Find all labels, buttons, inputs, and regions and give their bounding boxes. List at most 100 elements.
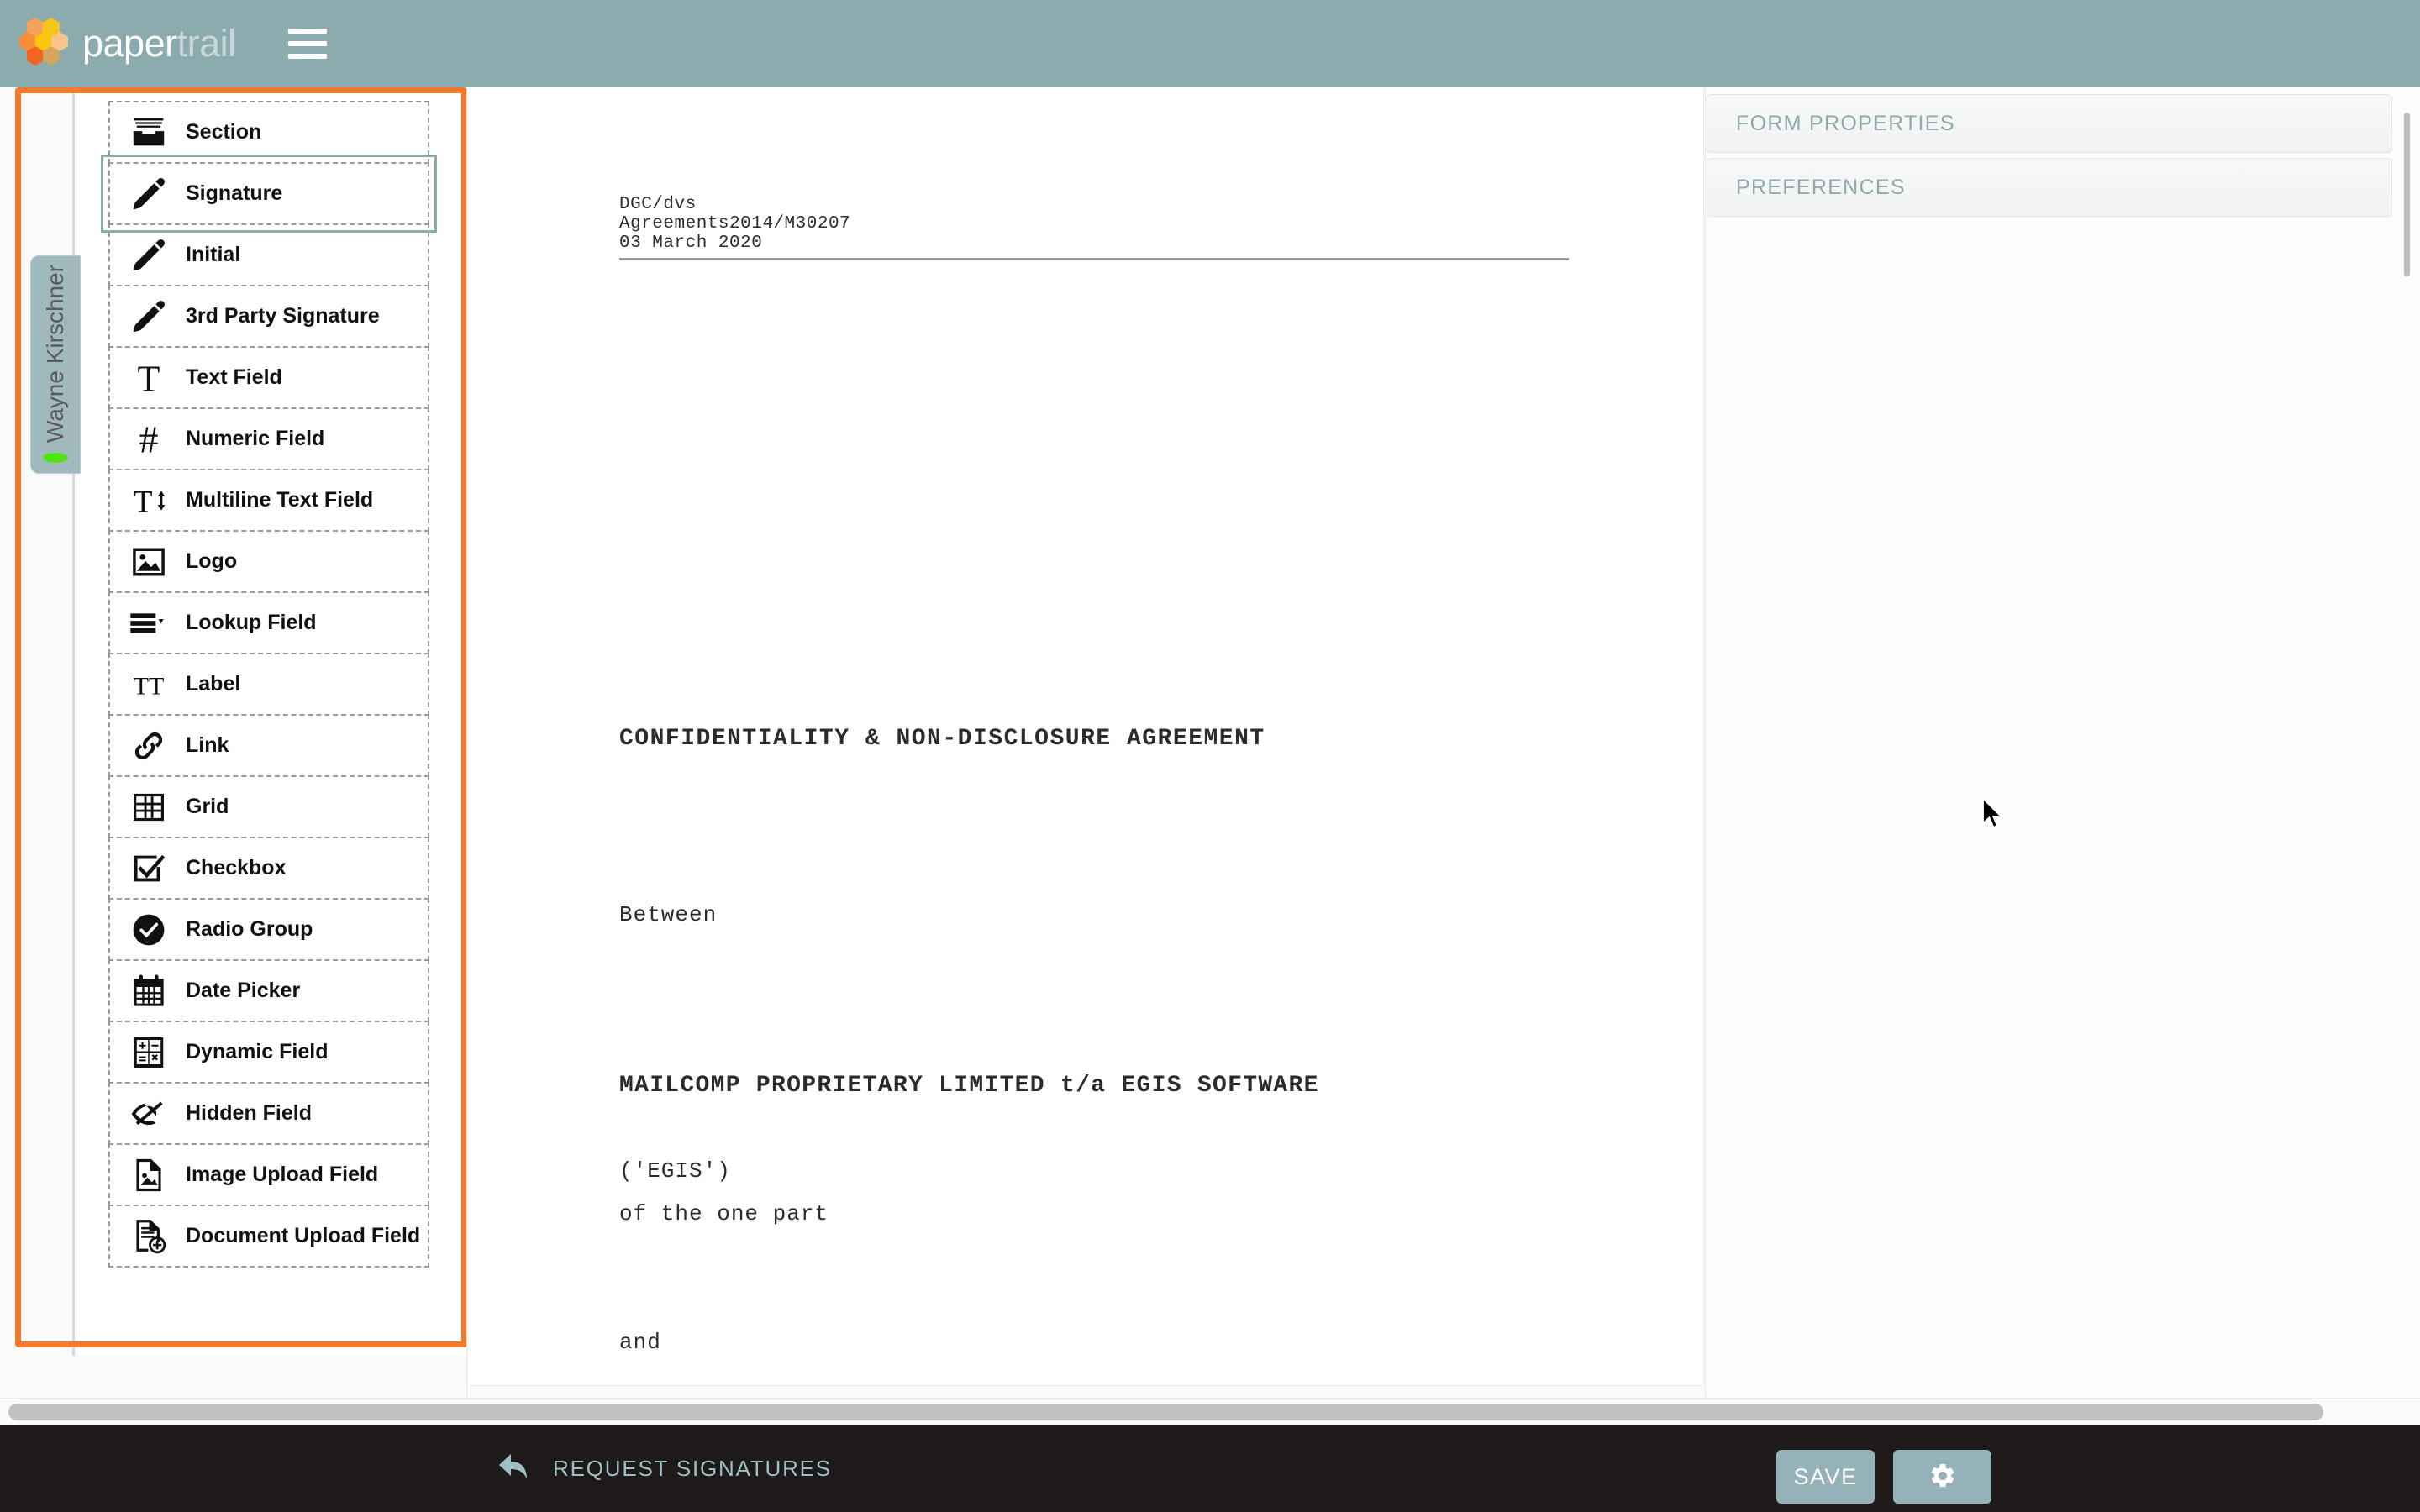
document-plus-icon (127, 1215, 171, 1258)
tool-item-label: Date Picker (186, 979, 301, 1002)
workspace: Section Signature Initial 3rd Party Signatu… (0, 87, 2420, 1425)
save-button[interactable]: SAVE (1776, 1450, 1875, 1504)
tool-item-label: Text Field (186, 365, 282, 389)
tool-item-lookup-field[interactable]: Lookup Field (108, 591, 429, 654)
signer-tab-label: Wayne Kirschner (42, 265, 68, 444)
document-title: CONFIDENTIALITY & NON-DISCLOSURE AGREEME… (619, 726, 1265, 752)
document-page[interactable]: DGC/dvs Agreements2014/M30207 03 March 2… (468, 87, 1703, 1385)
svg-text:TT: TT (134, 672, 165, 700)
tool-item-label: Numeric Field (186, 427, 325, 450)
tool-item-label: Document Upload Field (186, 1224, 421, 1247)
field-toolbox-list: Section Signature Initial 3rd Party Signatu… (101, 101, 437, 1268)
section-icon (127, 111, 171, 155)
field-toolbox-list-container: Section Signature Initial 3rd Party Signatu… (72, 87, 466, 1356)
tool-item-label: Initial (186, 243, 241, 266)
horizontal-scrollbar-thumb[interactable] (8, 1404, 2323, 1420)
tool-item-3rd-party-signature[interactable]: 3rd Party Signature (108, 285, 429, 348)
document-ref-line-2: Agreements2014/M30207 (619, 214, 851, 234)
tool-item-signature[interactable]: Signature (101, 155, 437, 233)
tool-item-hidden-field[interactable]: Hidden Field (108, 1082, 429, 1145)
document-party-one-alias: ('EGIS') (619, 1158, 731, 1184)
document-party-one-role: of the one part (619, 1201, 829, 1226)
tool-item-radio-group[interactable]: Radio Group (108, 898, 429, 961)
accordion-header-label: FORM PROPERTIES (1736, 111, 1955, 135)
signer-status-dot-icon (43, 453, 68, 463)
hamburger-bar (287, 41, 327, 46)
tool-item-label: Checkbox (186, 856, 287, 879)
tool-item-label: Signature (186, 181, 283, 205)
tool-item-text-field[interactable]: T Text Field (108, 346, 429, 409)
pencil-icon (127, 295, 171, 339)
accordion-header-preferences[interactable]: PREFERENCES (1707, 158, 2392, 217)
request-signatures-label: REQUEST SIGNATURES (553, 1455, 832, 1481)
tool-item-label: Radio Group (186, 917, 313, 941)
horizontal-scrollbar-track[interactable] (0, 1398, 2420, 1425)
tool-item-initial[interactable]: Initial (108, 223, 429, 286)
bottom-bar-buttons: SAVE (1776, 1450, 1991, 1504)
tool-item-label: Grid (186, 795, 229, 818)
tool-item-label: Dynamic Field (186, 1040, 329, 1063)
calculator-icon (127, 1031, 171, 1074)
pencil-icon (127, 234, 171, 277)
brand-name-secondary: trail (176, 22, 237, 65)
tool-item-logo[interactable]: Logo (108, 530, 429, 593)
properties-panel-scrollbar[interactable] (2404, 113, 2410, 276)
hamburger-icon[interactable] (287, 29, 327, 59)
tool-item-numeric-field[interactable]: # Numeric Field (108, 407, 429, 470)
document-canvas[interactable]: DGC/dvs Agreements2014/M30207 03 March 2… (468, 87, 1705, 1425)
text-multiline-icon: T (127, 479, 171, 522)
tool-item-section[interactable]: Section (108, 101, 429, 164)
request-signatures-button[interactable]: REQUEST SIGNATURES (497, 1452, 832, 1485)
gear-icon (1928, 1462, 1957, 1493)
app-logo[interactable]: papertrail (18, 18, 236, 70)
properties-panel: FORM PROPERTIES PREFERENCES (1705, 87, 2420, 1425)
svg-text:T: T (134, 484, 152, 518)
document-ref-line-3: 03 March 2020 (619, 234, 763, 253)
tool-item-label: Multiline Text Field (186, 488, 374, 512)
tool-item-dynamic-field[interactable]: Dynamic Field (108, 1021, 429, 1084)
settings-button[interactable] (1893, 1450, 1991, 1504)
tool-item-label: 3rd Party Signature (186, 304, 380, 328)
tool-item-date-picker[interactable]: Date Picker (108, 959, 429, 1022)
reply-arrow-icon (497, 1452, 531, 1485)
document-ref-line-1: DGC/dvs (619, 195, 697, 214)
link-chain-icon (127, 724, 171, 768)
radio-check-circle-icon (127, 908, 171, 952)
tool-item-label: Link (186, 733, 229, 757)
bottom-action-bar: REQUEST SIGNATURES SAVE (0, 1425, 2420, 1512)
svg-text:#: # (139, 420, 159, 459)
field-toolbox-panel: Section Signature Initial 3rd Party Signatu… (0, 87, 467, 1425)
tool-item-checkbox[interactable]: Checkbox (108, 837, 429, 900)
tool-item-image-upload-field[interactable]: Image Upload Field (108, 1143, 429, 1206)
pencil-icon (127, 172, 171, 216)
image-file-icon (127, 1153, 171, 1197)
top-bar: papertrail (0, 0, 2420, 87)
properties-accordion: FORM PROPERTIES PREFERENCES (1707, 94, 2392, 222)
tool-item-label: Lookup Field (186, 611, 317, 634)
double-t-icon: TT (127, 663, 171, 706)
application-root: papertrail Section Signature Initial 3rd Pa… (0, 0, 2420, 1512)
tool-item-grid[interactable]: Grid (108, 775, 429, 838)
tool-item-link[interactable]: Link (108, 714, 429, 777)
brand-name-primary: paper (82, 22, 177, 65)
document-conjunction: and (619, 1330, 661, 1355)
tool-item-label: Label (186, 672, 241, 696)
accordion-header-label: PREFERENCES (1736, 175, 1906, 199)
tool-item-label: Image Upload Field (186, 1163, 379, 1186)
svg-text:T: T (138, 359, 160, 397)
tool-item-document-upload-field[interactable]: Document Upload Field (108, 1205, 429, 1268)
tool-item-multiline-text-field[interactable]: T Multiline Text Field (108, 469, 429, 532)
signer-tab-wayne-kirschner[interactable]: Wayne Kirschner (30, 255, 81, 474)
document-reference-block: DGC/dvs Agreements2014/M30207 03 March 2… (619, 195, 1569, 260)
eye-slash-icon (127, 1092, 171, 1136)
tool-item-label: Logo (186, 549, 238, 573)
document-party-one: MAILCOMP PROPRIETARY LIMITED t/a EGIS SO… (619, 1073, 1319, 1099)
honeycomb-logo-icon (18, 18, 71, 70)
accordion-header-form-properties[interactable]: FORM PROPERTIES (1707, 94, 2392, 153)
hamburger-bar (287, 29, 327, 34)
image-icon (127, 540, 171, 584)
tool-item-label[interactable]: TT Label (108, 653, 429, 716)
calendar-icon (127, 969, 171, 1013)
checkbox-icon (127, 847, 171, 890)
text-t-icon: T (127, 356, 171, 400)
